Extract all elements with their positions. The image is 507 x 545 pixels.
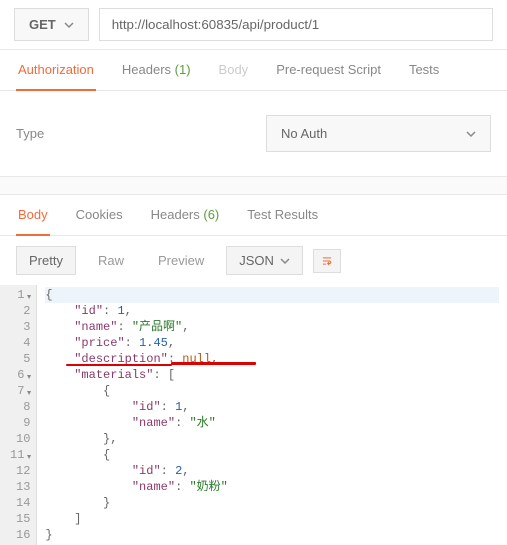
line-number: 1 xyxy=(10,287,30,303)
line-number: 8 xyxy=(10,399,30,415)
line-number: 12 xyxy=(10,463,30,479)
http-method-label: GET xyxy=(29,17,56,32)
code-line: "id": 2, xyxy=(45,463,499,479)
auth-type-value: No Auth xyxy=(281,126,327,141)
chevron-down-icon xyxy=(466,129,476,139)
view-preview-button[interactable]: Preview xyxy=(146,247,216,274)
line-gutter: 1 2 3 4 5 6 7 8 9 10 11 12 13 14 15 16 xyxy=(0,285,37,545)
code-line: "id": 1, xyxy=(45,303,499,319)
code-line: }, xyxy=(45,431,499,447)
resp-tab-cookies[interactable]: Cookies xyxy=(74,195,125,235)
resp-tab-headers[interactable]: Headers (6) xyxy=(149,195,222,235)
chevron-down-icon xyxy=(280,256,290,266)
line-number: 16 xyxy=(10,527,30,543)
line-number: 9 xyxy=(10,415,30,431)
tab-tests[interactable]: Tests xyxy=(407,50,441,90)
wrap-lines-button[interactable] xyxy=(313,249,341,273)
tab-headers-count: (1) xyxy=(175,62,191,77)
http-method-select[interactable]: GET xyxy=(14,8,89,41)
line-number: 2 xyxy=(10,303,30,319)
code-line: { xyxy=(45,383,499,399)
code-line: } xyxy=(45,527,499,543)
tab-headers-label: Headers xyxy=(122,62,171,77)
tab-authorization[interactable]: Authorization xyxy=(16,50,96,91)
line-number: 14 xyxy=(10,495,30,511)
resp-tab-test-results[interactable]: Test Results xyxy=(245,195,320,235)
line-number: 10 xyxy=(10,431,30,447)
auth-type-select[interactable]: No Auth xyxy=(266,115,491,152)
auth-type-label: Type xyxy=(16,126,266,141)
tab-prerequest[interactable]: Pre-request Script xyxy=(274,50,383,90)
view-raw-button[interactable]: Raw xyxy=(86,247,136,274)
code-line: { xyxy=(45,447,499,463)
code-line: "name": "产品啊", xyxy=(45,319,499,335)
line-number: 4 xyxy=(10,335,30,351)
section-divider xyxy=(0,177,507,195)
wrap-icon xyxy=(322,256,332,266)
line-number: 13 xyxy=(10,479,30,495)
chevron-down-icon xyxy=(64,20,74,30)
request-url-input[interactable] xyxy=(99,8,493,41)
code-line: "name": "奶粉" xyxy=(45,479,499,495)
resp-tab-headers-label: Headers xyxy=(151,207,200,222)
response-body-code[interactable]: 1 2 3 4 5 6 7 8 9 10 11 12 13 14 15 16 {… xyxy=(0,285,507,545)
line-number: 6 xyxy=(10,367,30,383)
line-number: 3 xyxy=(10,319,30,335)
format-label: JSON xyxy=(239,253,274,268)
resp-tab-headers-count: (6) xyxy=(203,207,219,222)
format-select[interactable]: JSON xyxy=(226,246,303,275)
line-number: 7 xyxy=(10,383,30,399)
code-line: "price": 1.45, xyxy=(45,335,499,351)
resp-tab-body[interactable]: Body xyxy=(16,195,50,236)
code-line: "materials": [ xyxy=(45,367,499,383)
code-line: { xyxy=(45,287,499,303)
line-number: 15 xyxy=(10,511,30,527)
annotation-underline xyxy=(171,362,256,365)
view-pretty-button[interactable]: Pretty xyxy=(16,246,76,275)
code-line: "id": 1, xyxy=(45,399,499,415)
code-source: { "id": 1, "name": "产品啊", "price": 1.45,… xyxy=(37,285,507,545)
line-number: 5 xyxy=(10,351,30,367)
annotation-underline xyxy=(66,364,172,366)
code-line: ] xyxy=(45,511,499,527)
tab-headers[interactable]: Headers (1) xyxy=(120,50,193,90)
code-line: } xyxy=(45,495,499,511)
code-line: "name": "水" xyxy=(45,415,499,431)
tab-body[interactable]: Body xyxy=(217,50,251,90)
line-number: 11 xyxy=(10,447,30,463)
